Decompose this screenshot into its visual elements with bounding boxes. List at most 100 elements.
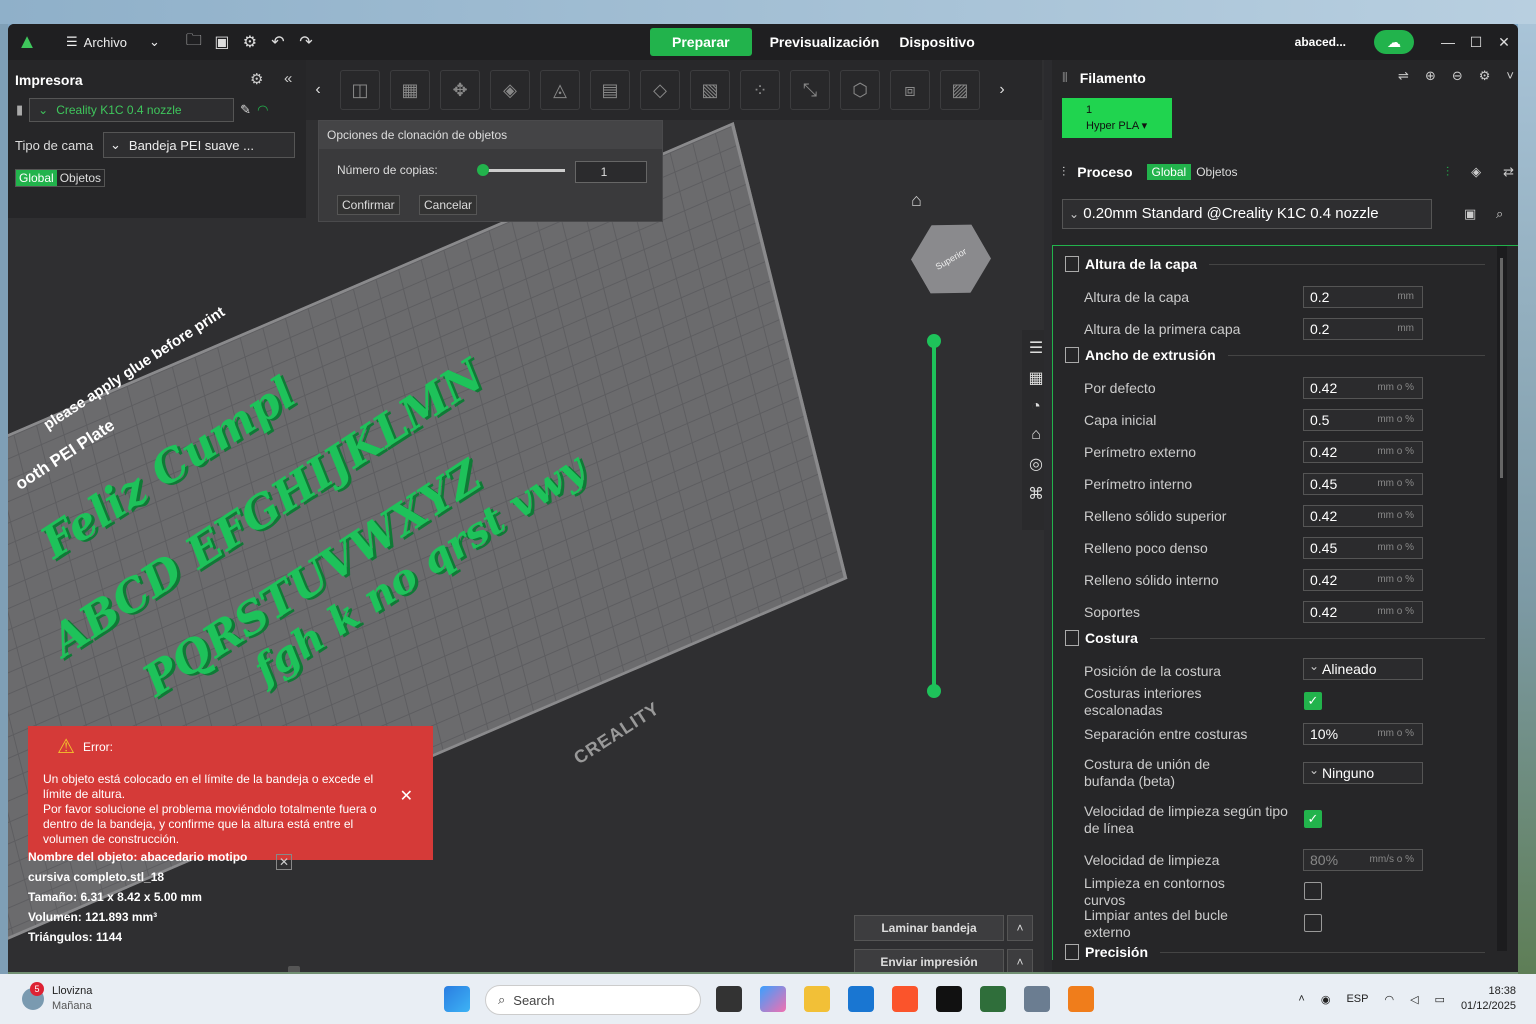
object-info-close-icon[interactable]: ✕ bbox=[276, 854, 292, 870]
close-icon[interactable]: ✕ bbox=[1490, 34, 1518, 51]
orient-icon[interactable]: ◈ bbox=[490, 70, 530, 110]
sync-filament-icon[interactable]: ⇌ bbox=[1398, 68, 1409, 84]
chevron-left-icon[interactable]: ‹ bbox=[306, 81, 330, 99]
copilot-icon[interactable] bbox=[760, 986, 786, 1012]
plus-app-icon[interactable] bbox=[936, 986, 962, 1012]
add-filament-icon[interactable]: ⊕ bbox=[1425, 68, 1436, 84]
network-icon[interactable]: ◠ bbox=[1384, 993, 1394, 1006]
scarf-seam-select[interactable]: Ninguno bbox=[1303, 760, 1423, 784]
volume-icon[interactable]: ◁ bbox=[1410, 993, 1418, 1006]
seam-gap-input[interactable]: 10% mm o % bbox=[1303, 723, 1423, 745]
send-options-caret[interactable]: ˄ bbox=[1007, 949, 1033, 972]
view-cube[interactable]: Superior bbox=[901, 208, 1001, 311]
error-close-icon[interactable]: ✕ bbox=[400, 786, 413, 806]
filament-slot-1[interactable]: 1 Hyper PLA ▾ bbox=[1062, 98, 1172, 138]
speed-icon[interactable]: ◔ bbox=[1031, 398, 1041, 416]
auto-orient-icon[interactable]: ◬ bbox=[540, 70, 580, 110]
select-icon[interactable]: ▦ bbox=[1028, 368, 1043, 388]
gear-icon[interactable]: ⚙ bbox=[236, 28, 264, 56]
seam-icon[interactable]: ◎ bbox=[1029, 454, 1043, 474]
store-icon[interactable] bbox=[848, 986, 874, 1012]
layer-slider-top-handle[interactable] bbox=[927, 334, 941, 348]
process-scope-objects[interactable]: Objetos bbox=[1191, 164, 1242, 180]
taskbar-search[interactable]: ⌕ Search bbox=[485, 985, 701, 1015]
collapse-panel-icon[interactable]: « bbox=[284, 70, 292, 87]
printer-settings-icon[interactable]: ⚙ bbox=[250, 70, 263, 88]
width-input[interactable]: 0.42 mm o % bbox=[1303, 377, 1423, 399]
open-folder-icon[interactable]: 🗀 bbox=[180, 28, 208, 56]
split-icon[interactable]: ▤ bbox=[590, 70, 630, 110]
box-icon[interactable]: ⧈ bbox=[890, 70, 930, 110]
first-layer-height-input[interactable]: 0.2 mm bbox=[1303, 318, 1423, 340]
object-info-collapse-icon[interactable] bbox=[288, 966, 300, 972]
expand-icon[interactable]: ˅ bbox=[1506, 68, 1514, 84]
scale-icon[interactable]: ⤡ bbox=[790, 70, 830, 110]
file-menu[interactable]: ☰ Archivo ⌄ bbox=[66, 34, 160, 50]
seam-position-select[interactable]: Alineado bbox=[1303, 656, 1423, 680]
filament-settings-icon[interactable]: ⚙ bbox=[1479, 68, 1491, 84]
language-indicator[interactable]: ESP bbox=[1346, 993, 1368, 1005]
fusion-app-icon[interactable] bbox=[1068, 986, 1094, 1012]
remove-filament-icon[interactable]: ⊖ bbox=[1452, 68, 1463, 84]
scope-global-button[interactable]: Global bbox=[16, 170, 57, 186]
cut-icon[interactable]: ◇ bbox=[640, 70, 680, 110]
add-object-icon[interactable]: ◫ bbox=[340, 70, 380, 110]
wipe-curved-checkbox[interactable] bbox=[1304, 882, 1322, 900]
confirm-button[interactable]: Confirmar bbox=[337, 195, 400, 215]
view-icon[interactable]: ⬡ bbox=[840, 70, 880, 110]
group-icon[interactable]: ⌘ bbox=[1028, 484, 1044, 504]
tab-previsualizacion[interactable]: Previsualización bbox=[760, 28, 890, 56]
staggered-seams-checkbox[interactable]: ✓ bbox=[1304, 692, 1322, 710]
copies-slider-handle[interactable] bbox=[477, 164, 489, 176]
settings-scrollbar[interactable] bbox=[1500, 258, 1503, 478]
redo-icon[interactable]: ↷ bbox=[292, 28, 320, 56]
wipe-speed-input[interactable]: 80% mm/s o % bbox=[1303, 849, 1423, 871]
security-icon[interactable]: ◉ bbox=[1321, 993, 1331, 1006]
printer-select[interactable]: ⌄ Creality K1C 0.4 nozzle bbox=[29, 98, 235, 122]
add-plate-icon[interactable]: ▦ bbox=[390, 70, 430, 110]
tab-preparar[interactable]: Preparar bbox=[650, 28, 752, 56]
layers-icon[interactable]: ☰ bbox=[1029, 338, 1043, 358]
chevron-up-icon[interactable]: ˄ bbox=[1298, 993, 1304, 1005]
minimize-icon[interactable]: — bbox=[1434, 34, 1462, 50]
send-print-button[interactable]: Enviar impresión bbox=[854, 949, 1004, 972]
width-input[interactable]: 0.42 mm o % bbox=[1303, 441, 1423, 463]
grid-icon[interactable]: ⁘ bbox=[740, 70, 780, 110]
width-input[interactable]: 0.42 mm o % bbox=[1303, 569, 1423, 591]
weather-widget[interactable]: 5 Llovizna Mañana bbox=[22, 982, 92, 1014]
layer-range-slider[interactable] bbox=[932, 342, 936, 692]
layer-height-input[interactable]: 0.2 mm bbox=[1303, 286, 1423, 308]
width-input[interactable]: 0.42 mm o % bbox=[1303, 601, 1423, 623]
slice-plate-button[interactable]: Laminar bandeja bbox=[854, 915, 1004, 941]
task-view-icon[interactable] bbox=[716, 986, 742, 1012]
undo-icon[interactable]: ↶ bbox=[264, 28, 292, 56]
creality-print-icon[interactable] bbox=[980, 986, 1006, 1012]
bed-type-select[interactable]: ⌄ Bandeja PEI suave ... bbox=[103, 132, 295, 158]
clock[interactable]: 18:38 01/12/2025 bbox=[1461, 984, 1516, 1014]
width-input[interactable]: 0.42 mm o % bbox=[1303, 505, 1423, 527]
settings-app-icon[interactable] bbox=[1024, 986, 1050, 1012]
battery-icon[interactable]: ▭ bbox=[1435, 993, 1445, 1006]
windows-start-icon[interactable] bbox=[444, 986, 470, 1012]
process-scope-global[interactable]: Global bbox=[1146, 164, 1192, 180]
tab-dispositivo[interactable]: Dispositivo bbox=[889, 28, 984, 56]
slice-options-caret[interactable]: ˄ bbox=[1007, 915, 1033, 941]
home-view-icon[interactable]: ⌂ bbox=[911, 190, 922, 211]
support-icon[interactable]: ⌂ bbox=[1031, 426, 1041, 444]
advanced-icon[interactable]: ◈ bbox=[1471, 164, 1481, 180]
wipe-before-loop-checkbox[interactable] bbox=[1304, 914, 1322, 932]
edit-printer-icon[interactable]: ✎ bbox=[240, 102, 251, 118]
width-input[interactable]: 0.5 mm o % bbox=[1303, 409, 1423, 431]
width-input[interactable]: 0.45 mm o % bbox=[1303, 537, 1423, 559]
search-icon[interactable]: ⌕ bbox=[1496, 206, 1503, 222]
save-preset-icon[interactable]: ▣ bbox=[1464, 206, 1476, 222]
copies-slider-track[interactable] bbox=[479, 169, 565, 172]
copies-input[interactable]: 1 bbox=[575, 161, 647, 183]
arrange-icon[interactable]: ✥ bbox=[440, 70, 480, 110]
share-icon[interactable]: ⇄ bbox=[1503, 164, 1514, 180]
maximize-icon[interactable]: ☐ bbox=[1462, 34, 1490, 51]
save-icon[interactable]: ▣ bbox=[208, 28, 236, 56]
scope-objects-button[interactable]: Objetos bbox=[57, 170, 104, 186]
process-preset-select[interactable]: ⌄ 0.20mm Standard @Creality K1C 0.4 nozz… bbox=[1062, 199, 1432, 229]
layout-icon[interactable]: ▧ bbox=[690, 70, 730, 110]
